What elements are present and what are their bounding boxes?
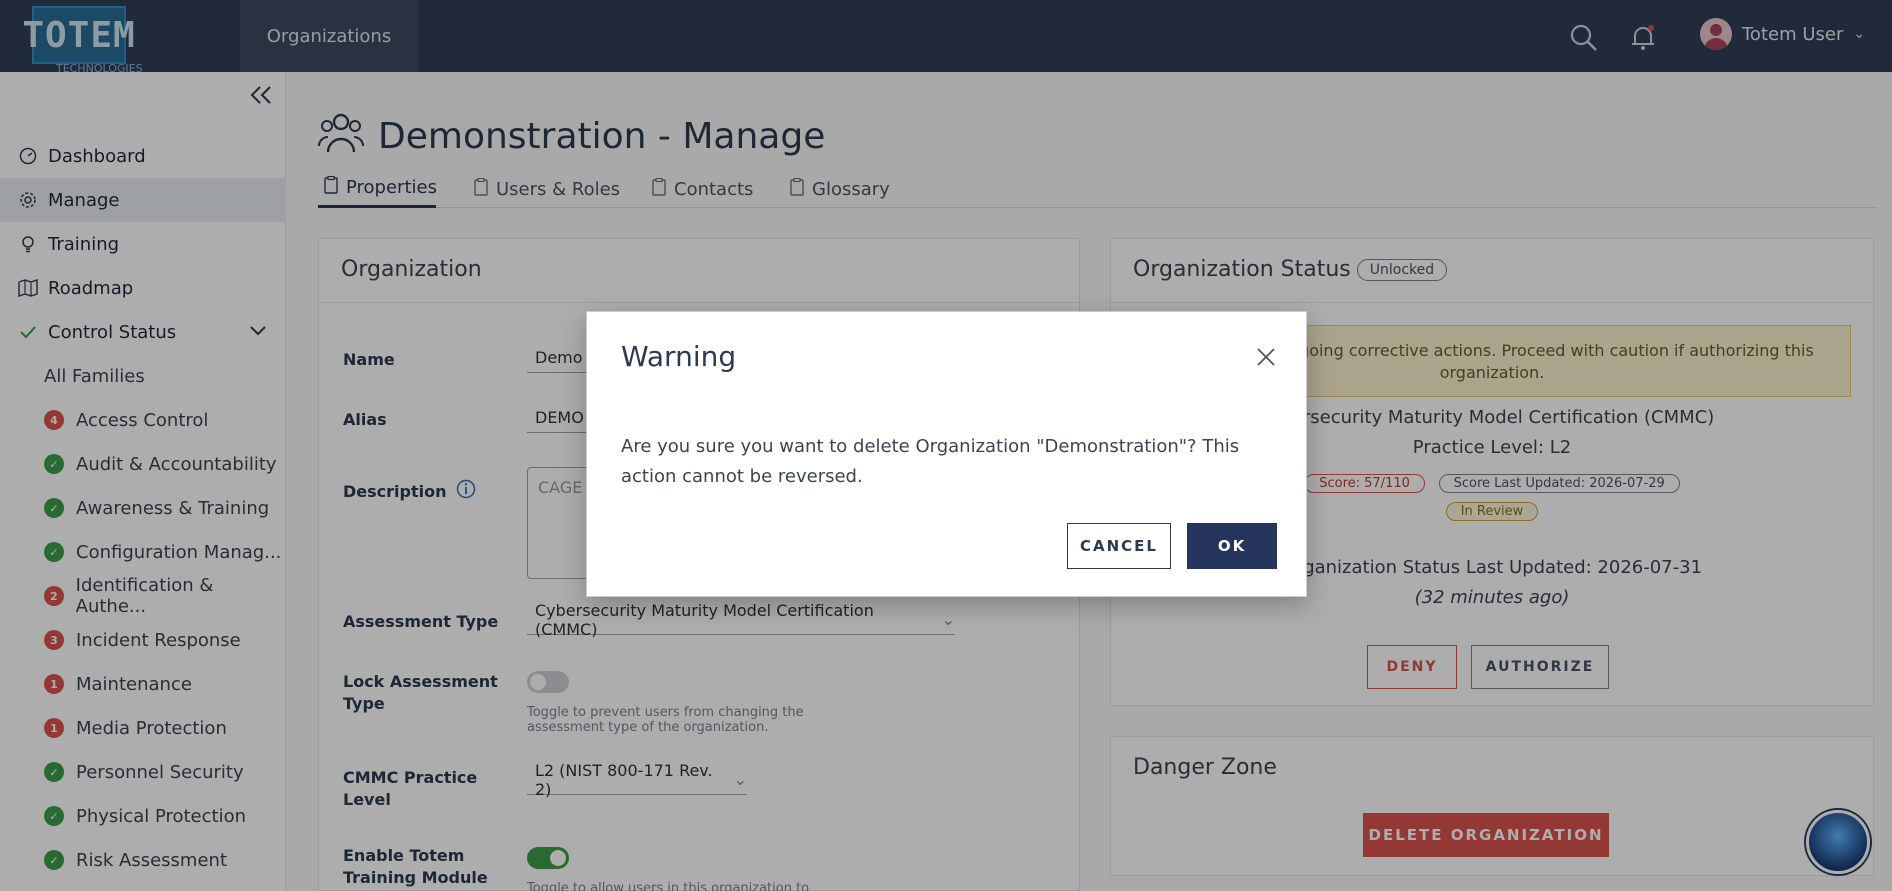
warning-dialog: Warning Are you sure you want to delete … — [586, 311, 1307, 597]
dialog-message: Are you sure you want to delete Organiza… — [621, 436, 1240, 487]
close-icon[interactable] — [1255, 346, 1279, 370]
dialog-title: Warning — [621, 340, 737, 373]
cancel-label: CANCEL — [1080, 537, 1158, 555]
ok-label: OK — [1217, 537, 1247, 555]
cancel-button[interactable]: CANCEL — [1067, 523, 1171, 569]
ok-button[interactable]: OK — [1187, 523, 1277, 569]
